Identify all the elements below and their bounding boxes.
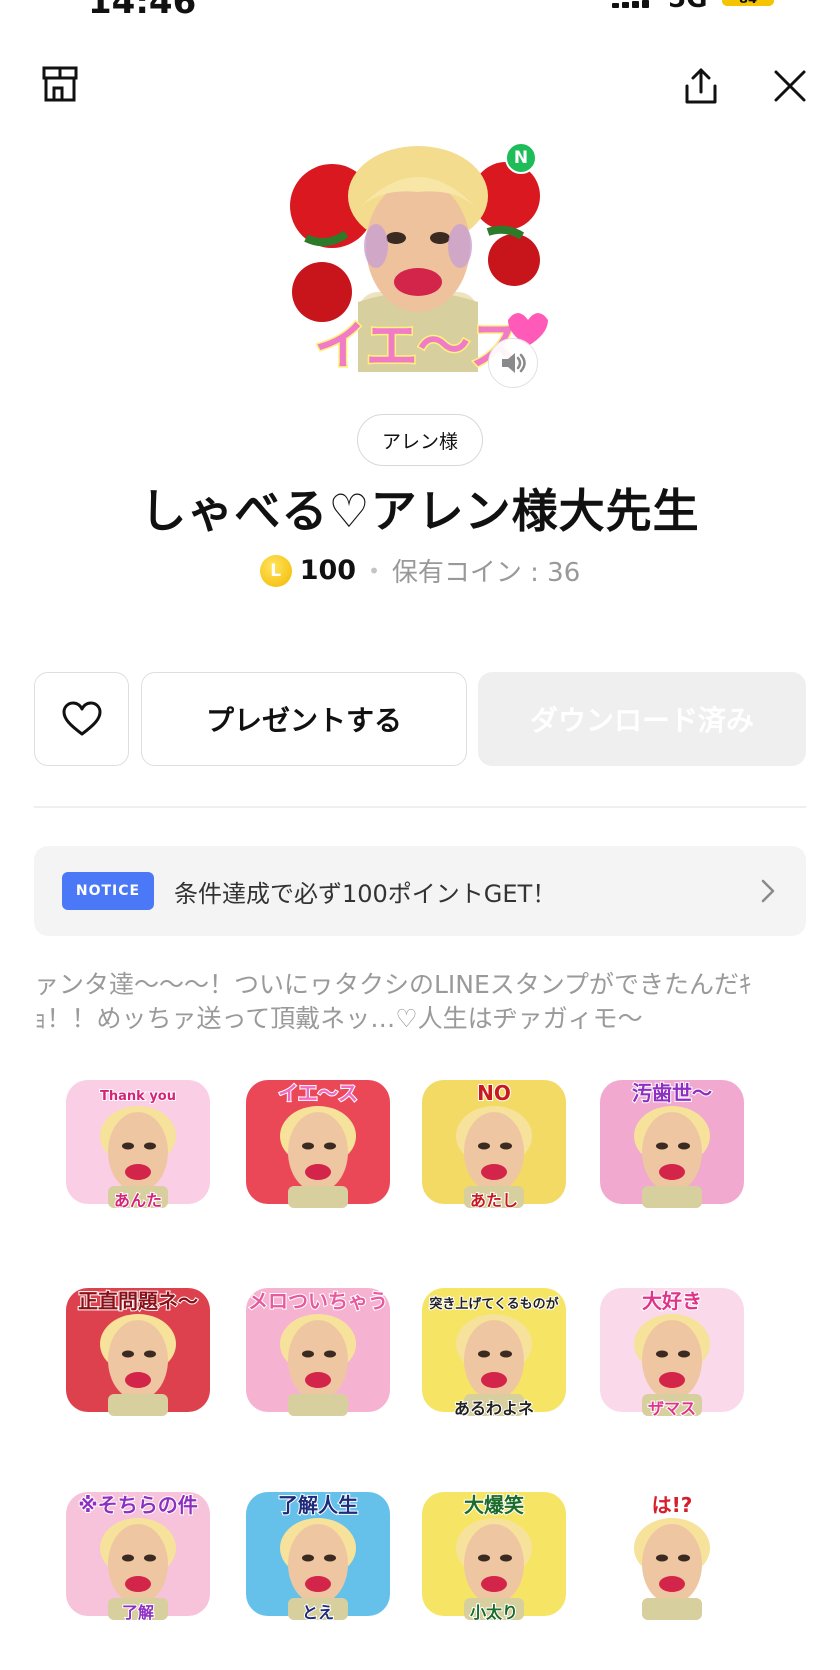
- sticker-subcaption: あるわよネ: [454, 1399, 534, 1418]
- new-badge: N: [505, 142, 537, 174]
- top-bar: [0, 60, 840, 120]
- sticker-caption: は!?: [652, 1493, 693, 1517]
- favorite-button[interactable]: [34, 672, 129, 766]
- price-amount: 100: [299, 555, 357, 586]
- sticker-caption: ※そちらの件: [78, 1493, 197, 1517]
- notice-tag: NOTICE: [62, 872, 154, 910]
- status-bar: 14:46 5G 84: [0, 0, 840, 22]
- sticker-item[interactable]: 突き上げてくるものが あるわよネ: [414, 1274, 574, 1424]
- sticker-caption: イエ〜ス: [278, 1081, 358, 1105]
- battery-icon: 84: [722, 0, 774, 7]
- sticker-subcaption: あんた: [114, 1191, 162, 1210]
- chevron-right-icon: [761, 879, 775, 903]
- sticker-item[interactable]: 了解人生 とえ: [238, 1478, 398, 1628]
- shop-icon[interactable]: [36, 60, 84, 108]
- notice-banner[interactable]: NOTICE 条件達成で必ず100ポイントGET！: [34, 846, 806, 936]
- close-icon[interactable]: [766, 62, 814, 110]
- sticker-caption: 正直問題ネ〜: [78, 1289, 198, 1313]
- sticker-caption: 汚歯世〜: [632, 1081, 712, 1105]
- speaker-icon[interactable]: [488, 338, 538, 388]
- sticker-item[interactable]: は!?: [592, 1478, 752, 1628]
- sticker-caption: 大好き: [642, 1289, 702, 1313]
- sticker-subcaption: 小太り: [470, 1603, 518, 1622]
- status-time: 14:46: [88, 0, 197, 22]
- coin-icon: L: [259, 554, 292, 587]
- share-icon[interactable]: [677, 62, 725, 110]
- download-button[interactable]: ダウンロード済み: [478, 672, 806, 766]
- sticker-item[interactable]: ※そちらの件了解: [58, 1478, 218, 1628]
- action-buttons: プレゼントする ダウンロード済み: [34, 672, 806, 766]
- sticker-caption: Thank you: [100, 1089, 176, 1104]
- description: ァンタ達〜〜〜！ついにヮタクシのLINEスタンプができたんだｷｮ！！めッちァ送っ…: [34, 970, 752, 1033]
- sticker-item[interactable]: 正直問題ネ〜: [58, 1274, 218, 1424]
- price-separator: •: [368, 558, 380, 583]
- sticker-caption: NO: [477, 1081, 511, 1105]
- sticker-item[interactable]: 大爆笑 小太り: [414, 1478, 574, 1628]
- sticker-item[interactable]: メロついちゃう: [238, 1274, 398, 1424]
- sticker-caption: 大爆笑: [464, 1493, 524, 1517]
- sticker-caption: 了解人生: [278, 1493, 358, 1517]
- sticker-subcaption: ザマス: [648, 1399, 696, 1418]
- main-sticker-image[interactable]: イエ〜ス N: [288, 142, 548, 388]
- sticker-subcaption: 了解: [122, 1603, 154, 1622]
- sticker-item[interactable]: Thank you あんた: [58, 1066, 218, 1216]
- signal-icon: [612, 0, 656, 8]
- page-title: しゃべる♡アレン様大先生: [140, 484, 700, 538]
- sticker-subcaption: とえ: [302, 1603, 334, 1622]
- heart-icon: [62, 701, 101, 736]
- sticker-item[interactable]: NO あたし: [414, 1066, 574, 1216]
- sticker-caption: メロついちゃう: [248, 1289, 388, 1313]
- sticker-item[interactable]: 汚歯世〜: [592, 1066, 752, 1216]
- sticker-subcaption: あたし: [470, 1191, 518, 1210]
- author-link[interactable]: アレン様: [357, 414, 484, 466]
- owned-coins: 保有コイン : 36: [391, 558, 581, 588]
- sticker-item[interactable]: 大好き ザマス: [592, 1274, 752, 1424]
- notice-text: 条件達成で必ず100ポイントGET！: [174, 879, 557, 908]
- sticker-item[interactable]: イエ〜ス: [238, 1066, 398, 1216]
- network-label: 5G: [668, 0, 707, 14]
- price-row: L 100 • 保有コイン : 36: [0, 552, 840, 589]
- sticker-caption: 突き上げてくるものが: [429, 1296, 558, 1312]
- divider: [34, 806, 806, 808]
- gift-button[interactable]: プレゼントする: [141, 672, 467, 766]
